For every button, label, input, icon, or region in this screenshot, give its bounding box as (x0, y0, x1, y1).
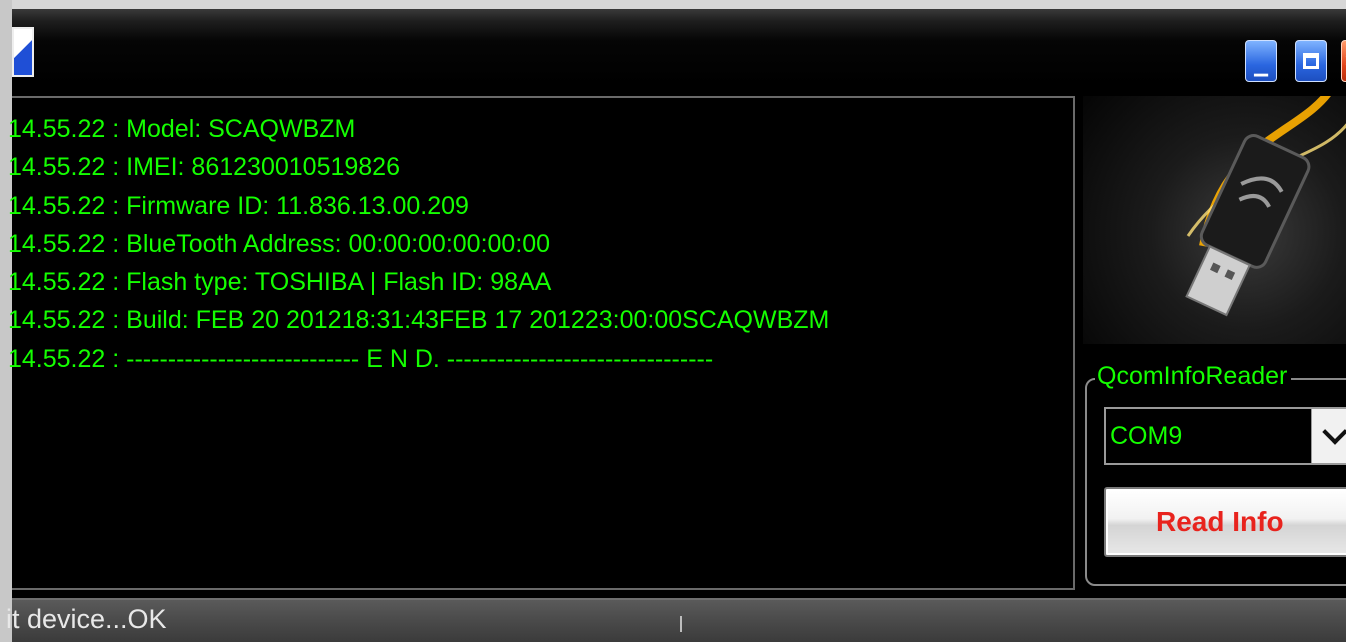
log-line: 14.55.22 : BlueTooth Address: 00:00:00:0… (8, 229, 551, 258)
log-line: 14.55.22 : IMEI: 861230010519826 (8, 153, 400, 182)
status-divider (680, 616, 682, 632)
maximize-button[interactable] (1295, 40, 1327, 82)
log-line: 14.55.22 : Model: SCAQWBZM (8, 115, 356, 143)
minimize-button[interactable]: ▁ (1245, 40, 1277, 82)
title-bar[interactable]: ▁ × (12, 9, 1346, 85)
status-bar: it device...OK (6, 598, 1346, 642)
app-icon[interactable] (12, 27, 34, 77)
com-port-select[interactable]: COM9 (1104, 407, 1346, 465)
usb-dongle-image (1083, 96, 1346, 344)
status-text: it device...OK (6, 604, 167, 634)
desktop-top-edge (0, 0, 1346, 9)
group-label: QcomInfoReader (1095, 358, 1292, 394)
log-output[interactable]: 14.55.22 : Model: SCAQWBZM 14.55.22 : IM… (8, 96, 1075, 590)
log-line: 14.55.22 : Flash type: TOSHIBA | Flash I… (8, 268, 552, 297)
read-info-label: Read Info (1156, 506, 1284, 537)
close-button[interactable]: × (1341, 40, 1346, 82)
log-line: 14.55.22 : Build: FEB 20 201218:31:43FEB… (8, 306, 830, 335)
com-port-value: COM9 (1110, 422, 1183, 450)
chevron-down-icon (1322, 419, 1346, 445)
dropdown-button[interactable] (1311, 409, 1346, 463)
read-info-button[interactable]: Read Info (1104, 487, 1346, 557)
minimize-icon: ▁ (1254, 55, 1268, 77)
log-lines: 14.55.22 : Model: SCAQWBZM 14.55.22 : IM… (8, 110, 829, 378)
maximize-icon (1303, 53, 1319, 69)
log-line: 14.55.22 : Firmware ID: 11.836.13.00.209 (8, 191, 469, 220)
log-line: 14.55.22 : ---------------------------- … (8, 344, 714, 373)
